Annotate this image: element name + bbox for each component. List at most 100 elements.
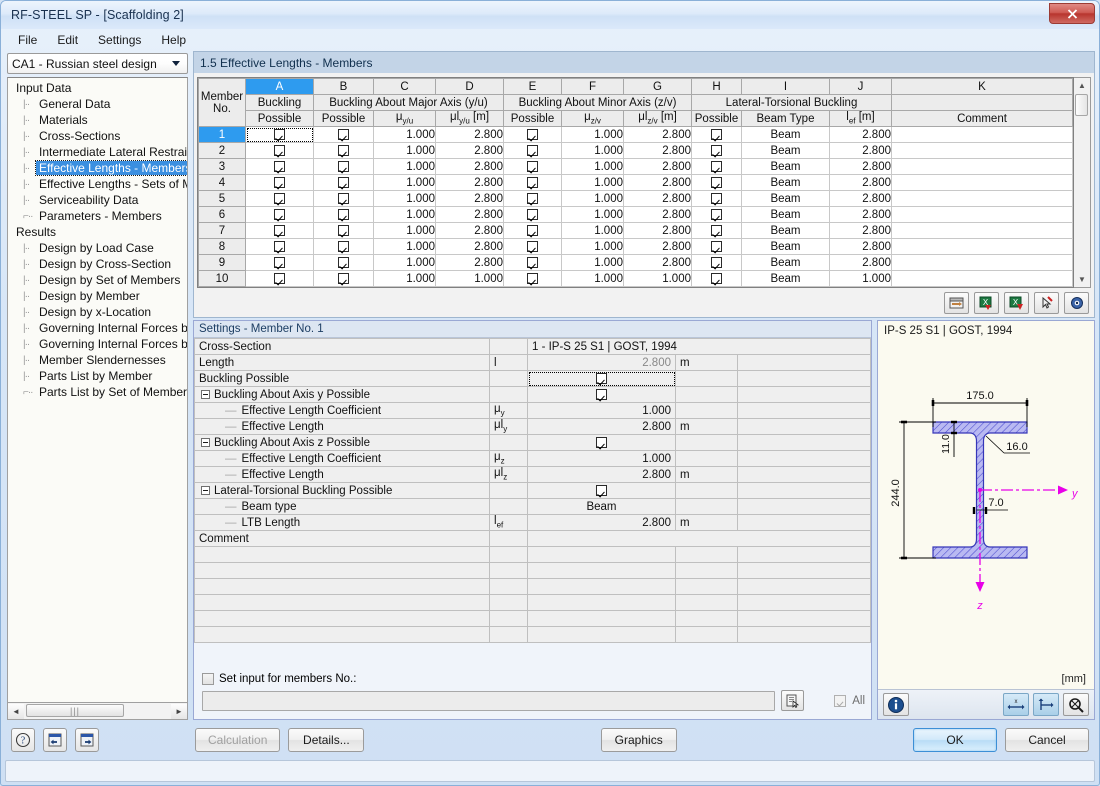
checkbox-checked-icon[interactable] bbox=[527, 208, 538, 220]
settings-value-effective-length[interactable]: 2.800 bbox=[527, 466, 676, 483]
checkbox-checked-icon[interactable] bbox=[527, 128, 538, 140]
cell-lef[interactable]: 2.800 bbox=[829, 254, 892, 271]
table-row[interactable]: 8 1.000 2.800 1.000 2.800 Beam 2.800 bbox=[198, 238, 1073, 255]
cell-mul-z[interactable]: 2.800 bbox=[623, 206, 692, 223]
cell-lef[interactable]: 2.800 bbox=[829, 126, 892, 143]
checkbox-checked-icon[interactable] bbox=[274, 240, 285, 252]
column-header-C[interactable]: C bbox=[373, 78, 436, 95]
cell-ltb-possible[interactable] bbox=[691, 142, 742, 159]
settings-row[interactable]: Buckling Possible bbox=[194, 370, 871, 387]
cell-comment[interactable] bbox=[891, 238, 1073, 255]
cell-mu-y[interactable]: 1.000 bbox=[373, 126, 436, 143]
members-input[interactable] bbox=[202, 690, 776, 711]
column-header-I[interactable]: I bbox=[741, 78, 830, 95]
cell-mul-y[interactable]: 2.800 bbox=[435, 190, 504, 207]
settings-value-effective-length[interactable]: 2.800 bbox=[527, 418, 676, 435]
cell-major-possible[interactable] bbox=[313, 142, 374, 159]
cell-mu-y[interactable]: 1.000 bbox=[373, 222, 436, 239]
column-header-G[interactable]: G bbox=[623, 78, 692, 95]
sidebar-item-materials[interactable]: |·· Materials bbox=[22, 112, 187, 128]
cell-buckling-possible[interactable] bbox=[245, 238, 314, 255]
cell-ltb-possible[interactable] bbox=[691, 270, 742, 287]
checkbox-checked-icon[interactable] bbox=[711, 240, 722, 252]
sidebar-item-effective-lengths-members[interactable]: |·· Effective Lengths - Members bbox=[22, 160, 187, 176]
checkbox-checked-icon[interactable] bbox=[274, 176, 285, 188]
cell-mul-y[interactable]: 2.800 bbox=[435, 174, 504, 191]
checkbox-checked-icon[interactable] bbox=[338, 160, 349, 172]
sidebar-item-member-slendernesses[interactable]: |·· Member Slendernesses bbox=[22, 352, 187, 368]
checkbox-checked-icon[interactable] bbox=[274, 144, 285, 156]
cell-major-possible[interactable] bbox=[313, 238, 374, 255]
cross-section-canvas[interactable]: 175.0 244.0 11.0 16.0 7.0 y z [mm] bbox=[878, 337, 1094, 689]
checkbox-checked-icon[interactable] bbox=[711, 224, 722, 236]
sidebar-item-design-by-load-case[interactable]: |·· Design by Load Case bbox=[22, 240, 187, 256]
settings-row[interactable]: Lateral-Torsional Buckling Possible bbox=[194, 482, 871, 499]
sidebar-item-parts-list-by-set-of-members[interactable]: ⌐·· Parts List by Set of Members bbox=[22, 384, 187, 400]
design-case-combobox[interactable]: CA1 - Russian steel design bbox=[7, 53, 188, 74]
cell-comment[interactable] bbox=[891, 126, 1073, 143]
checkbox-checked-icon[interactable] bbox=[596, 388, 607, 400]
excel-export-button[interactable]: X bbox=[1004, 292, 1029, 314]
cell-major-possible[interactable] bbox=[313, 206, 374, 223]
cell-beam-type[interactable]: Beam bbox=[741, 206, 830, 223]
table-row[interactable]: 5 1.000 2.800 1.000 2.800 Beam 2.800 bbox=[198, 190, 1073, 207]
column-header-F[interactable]: F bbox=[561, 78, 624, 95]
row-header[interactable]: 2 bbox=[198, 142, 246, 159]
row-header[interactable]: 6 bbox=[198, 206, 246, 223]
settings-value-buckling-possible[interactable] bbox=[527, 370, 676, 387]
column-header-K[interactable]: K bbox=[891, 78, 1073, 95]
checkbox-checked-icon[interactable] bbox=[338, 128, 349, 140]
cell-minor-possible[interactable] bbox=[503, 270, 562, 287]
cell-major-possible[interactable] bbox=[313, 254, 374, 271]
checkbox-checked-icon[interactable] bbox=[711, 208, 722, 220]
cell-mu-z[interactable]: 1.000 bbox=[561, 142, 624, 159]
info-button[interactable] bbox=[883, 693, 909, 716]
cell-minor-possible[interactable] bbox=[503, 190, 562, 207]
checkbox-checked-icon[interactable] bbox=[527, 192, 538, 204]
menu-item-help[interactable]: Help bbox=[152, 31, 195, 49]
cell-mu-y[interactable]: 1.000 bbox=[373, 142, 436, 159]
settings-row[interactable]: — Effective Length μly 2.800 m bbox=[194, 418, 871, 435]
settings-value-beam-type[interactable]: Beam bbox=[527, 498, 676, 515]
next-button[interactable] bbox=[75, 728, 99, 752]
sidebar-item-design-by-x-location[interactable]: |·· Design by x-Location bbox=[22, 304, 187, 320]
cell-ltb-possible[interactable] bbox=[691, 238, 742, 255]
cell-mul-z[interactable]: 2.800 bbox=[623, 126, 692, 143]
row-header[interactable]: 7 bbox=[198, 222, 246, 239]
checkbox-checked-icon[interactable] bbox=[527, 160, 538, 172]
cell-comment[interactable] bbox=[891, 190, 1073, 207]
cell-mu-z[interactable]: 1.000 bbox=[561, 222, 624, 239]
checkbox-checked-icon[interactable] bbox=[527, 224, 538, 236]
cell-lef[interactable]: 2.800 bbox=[829, 158, 892, 175]
checkbox-checked-icon[interactable] bbox=[527, 256, 538, 268]
settings-value-lateral-torsional-buckling-possible[interactable] bbox=[527, 482, 676, 499]
checkbox-checked-icon[interactable] bbox=[527, 272, 538, 284]
collapse-icon[interactable] bbox=[201, 485, 210, 495]
cell-major-possible[interactable] bbox=[313, 222, 374, 239]
set-input-checkbox[interactable] bbox=[202, 673, 214, 685]
checkbox-checked-icon[interactable] bbox=[527, 176, 538, 188]
checkbox-checked-icon[interactable] bbox=[338, 256, 349, 268]
settings-value-length[interactable]: 2.800 bbox=[527, 354, 676, 371]
cell-beam-type[interactable]: Beam bbox=[741, 126, 830, 143]
excel-import-button[interactable]: X bbox=[974, 292, 999, 314]
checkbox-checked-icon[interactable] bbox=[338, 240, 349, 252]
sidebar-item-design-by-set-of-members[interactable]: |·· Design by Set of Members bbox=[22, 272, 187, 288]
cell-buckling-possible[interactable] bbox=[245, 222, 314, 239]
cell-ltb-possible[interactable] bbox=[691, 222, 742, 239]
cell-minor-possible[interactable] bbox=[503, 206, 562, 223]
cell-buckling-possible[interactable] bbox=[245, 270, 314, 287]
cell-lef[interactable]: 2.800 bbox=[829, 174, 892, 191]
cell-beam-type[interactable]: Beam bbox=[741, 254, 830, 271]
cell-buckling-possible[interactable] bbox=[245, 158, 314, 175]
cell-mul-z[interactable]: 2.800 bbox=[623, 254, 692, 271]
collapse-icon[interactable] bbox=[201, 389, 210, 399]
cell-mul-y[interactable]: 2.800 bbox=[435, 142, 504, 159]
cell-ltb-possible[interactable] bbox=[691, 206, 742, 223]
cell-comment[interactable] bbox=[891, 142, 1073, 159]
table-row[interactable]: 7 1.000 2.800 1.000 2.800 Beam 2.800 bbox=[198, 222, 1073, 239]
cell-mul-z[interactable]: 2.800 bbox=[623, 238, 692, 255]
settings-value-buckling-about-axis-z-possible[interactable] bbox=[527, 434, 676, 451]
settings-row[interactable]: — Effective Length Coefficient μz 1.000 bbox=[194, 450, 871, 467]
cell-mu-y[interactable]: 1.000 bbox=[373, 190, 436, 207]
